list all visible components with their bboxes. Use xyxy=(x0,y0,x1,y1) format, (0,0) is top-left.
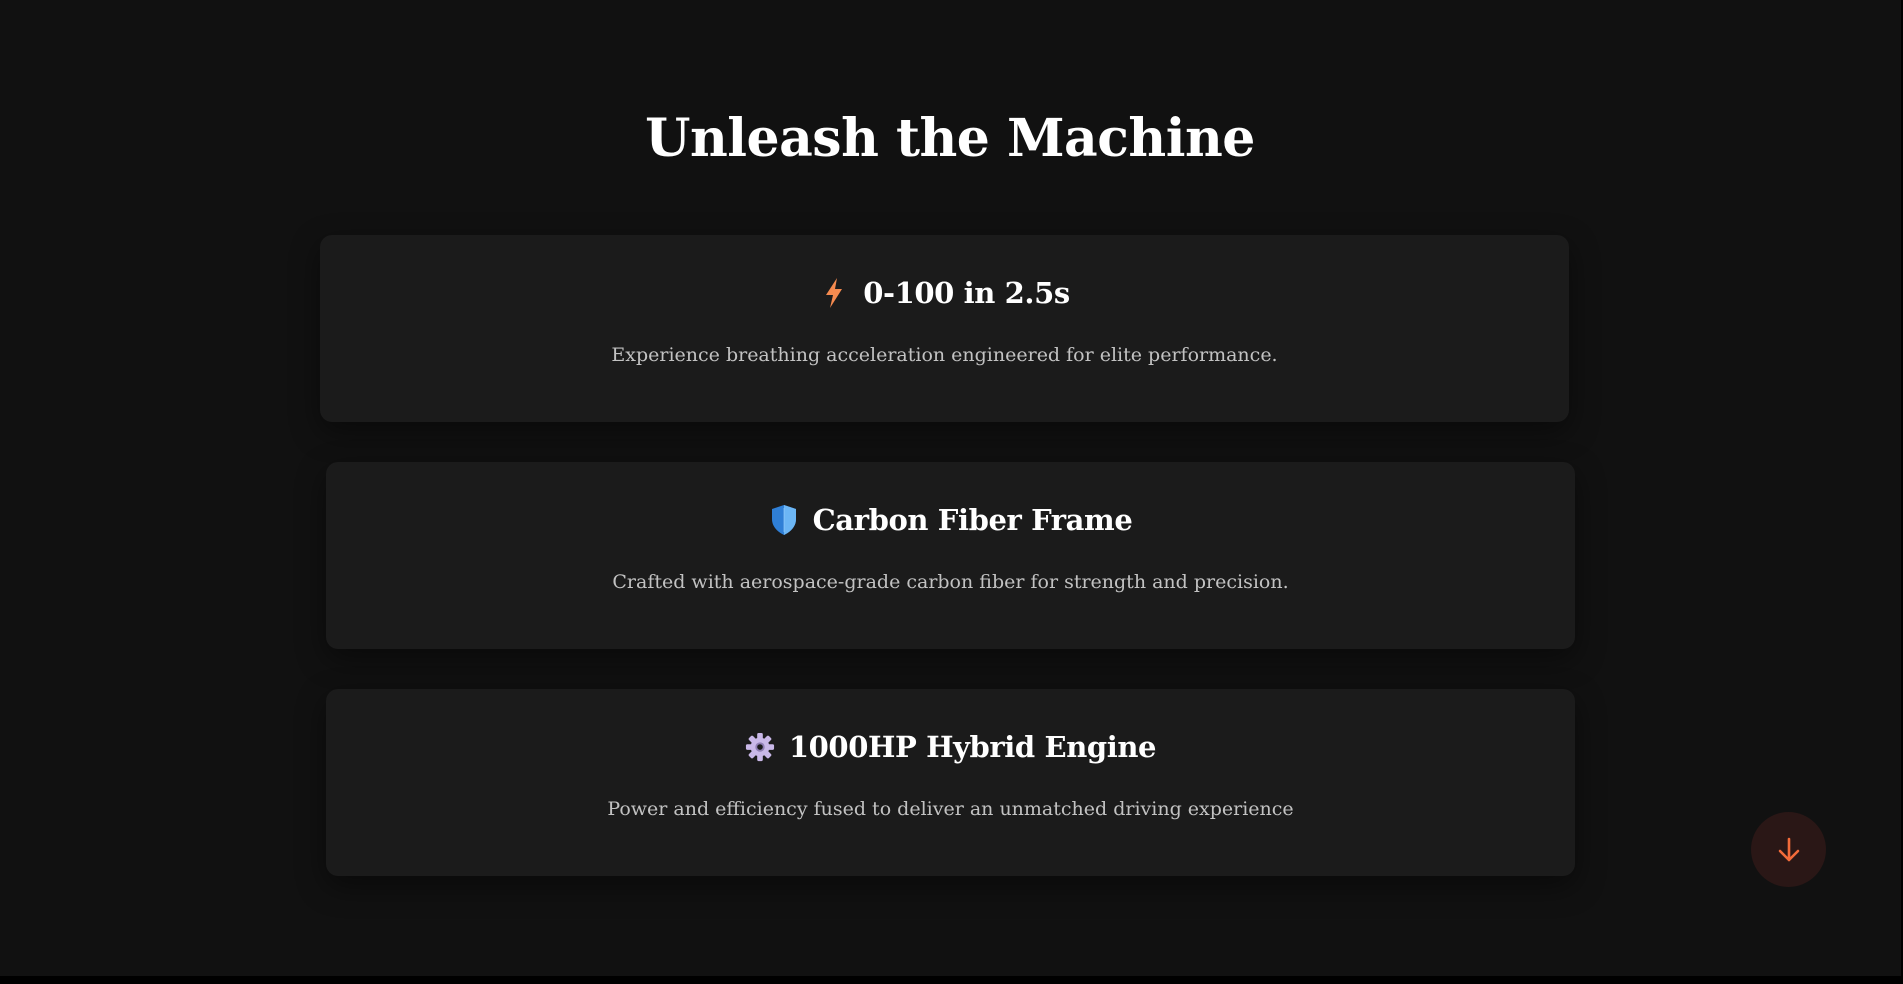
scroll-down-button[interactable] xyxy=(1751,812,1826,887)
feature-heading: 0-100 in 2.5s xyxy=(320,273,1569,313)
feature-description: Crafted with aerospace-grade carbon fibe… xyxy=(612,571,1289,593)
feature-title: Carbon Fiber Frame xyxy=(812,503,1133,537)
shield-icon xyxy=(769,503,799,537)
feature-heading: Carbon Fiber Frame xyxy=(326,500,1575,540)
gear-icon xyxy=(745,730,775,764)
feature-title: 1000HP Hybrid Engine xyxy=(788,730,1157,764)
feature-title: 0-100 in 2.5s xyxy=(863,276,1070,310)
page-title: Unleash the Machine xyxy=(645,108,1255,169)
feature-card-engine: 1000HP Hybrid Engine Power and efficienc… xyxy=(326,689,1575,876)
feature-heading: 1000HP Hybrid Engine xyxy=(326,727,1575,767)
feature-card-acceleration: 0-100 in 2.5s Experience breathing accel… xyxy=(320,235,1569,422)
feature-description: Experience breathing acceleration engine… xyxy=(611,344,1278,366)
feature-card-frame: Carbon Fiber Frame Crafted with aerospac… xyxy=(326,462,1575,649)
page: Unleash the Machine 0-100 in 2.5s Experi… xyxy=(0,0,1901,976)
feature-description: Power and efficiency fused to deliver an… xyxy=(607,798,1294,820)
arrow-down-icon xyxy=(1774,835,1804,865)
lightning-bolt-icon xyxy=(819,276,849,310)
